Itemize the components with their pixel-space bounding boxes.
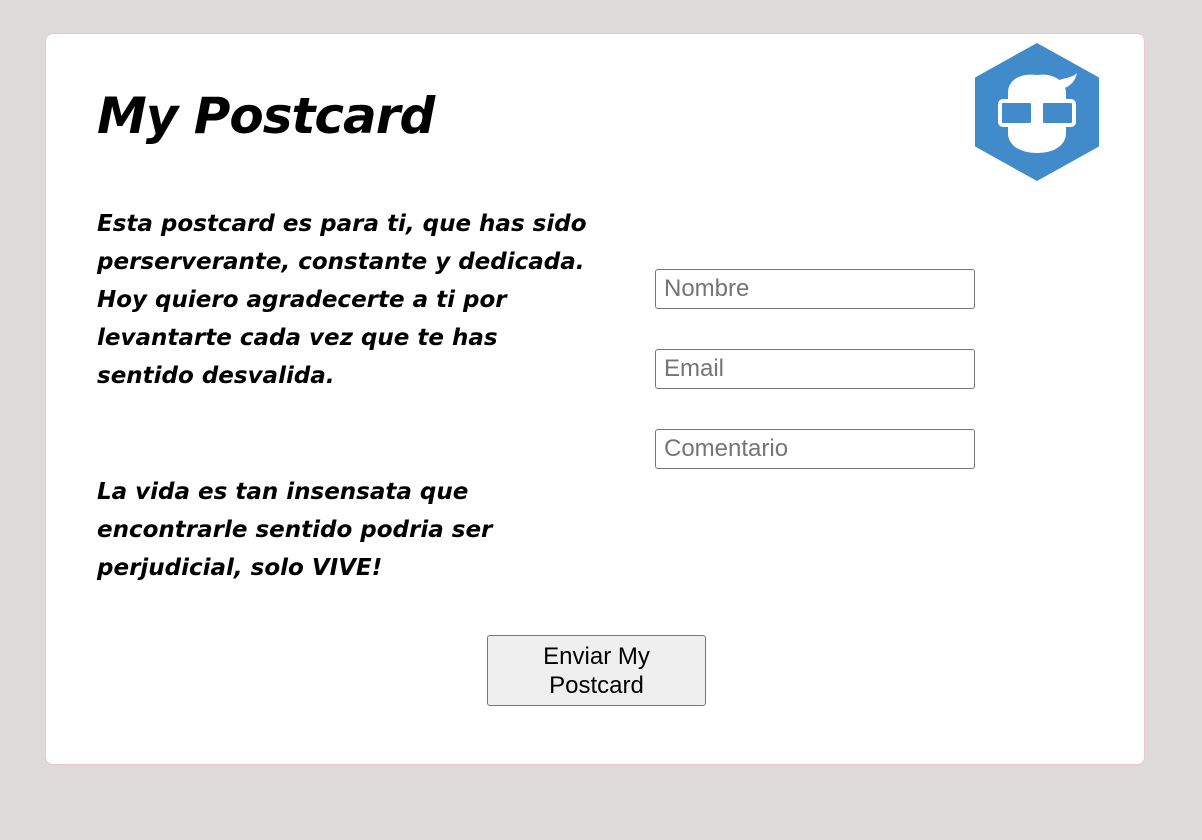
send-postcard-button[interactable]: Enviar My Postcard [487,635,706,706]
postcard-card: My Postcard Esta postcard es para ti, qu… [45,33,1145,765]
message-paragraph-1: Esta postcard es para ti, que has sido p… [97,211,587,389]
comment-input[interactable] [655,429,975,469]
nerd-glasses-hexagon-icon [975,43,1099,181]
name-input[interactable] [655,269,975,309]
message-paragraph-2: La vida es tan insensata que encontrarle… [97,479,493,581]
page-title: My Postcard [97,87,435,145]
email-input[interactable] [655,349,975,389]
